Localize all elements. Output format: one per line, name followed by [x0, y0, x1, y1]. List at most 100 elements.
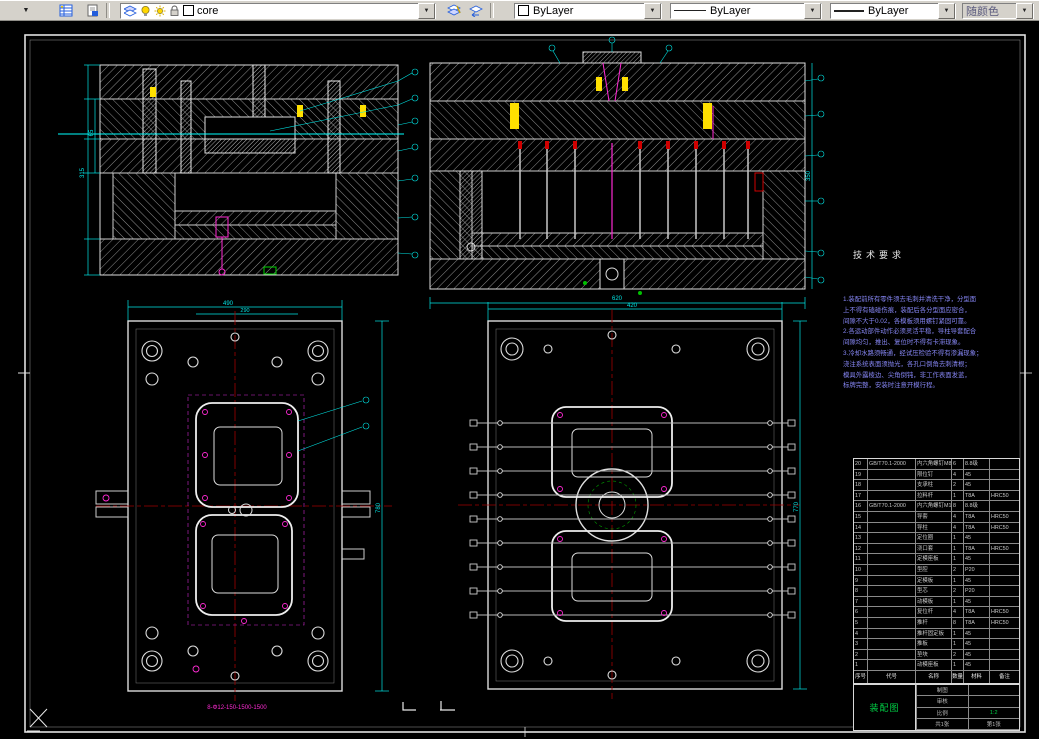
parts-table-row: 14 导柱 4 T8A HRC50 — [854, 522, 1019, 534]
part-qty: 4 — [952, 511, 964, 523]
part-qty: 1 — [952, 543, 964, 555]
linetype-dropdown-arrow-icon[interactable]: ▼ — [804, 2, 821, 19]
part-code — [868, 617, 916, 629]
part-code: GB/T70.1-2000 — [868, 501, 916, 512]
part-no: 3 — [854, 639, 868, 650]
part-no: 10 — [854, 564, 868, 576]
drawing-title: 装配图 — [869, 703, 900, 713]
layer-dropdown[interactable]: core ▼ — [120, 2, 436, 19]
view-a-front-section[interactable]: 315 65 — [58, 64, 419, 276]
layer-dropdown-arrow-icon[interactable]: ▼ — [418, 2, 435, 19]
check-label: 审核 — [916, 696, 968, 708]
tech-req-line: 3.冷却水路须畅通，经试压检验不得有渗漏现象； — [843, 349, 983, 357]
layer-previous-button[interactable] — [466, 3, 486, 19]
part-material: P20 — [964, 564, 990, 576]
part-material: T8A — [964, 490, 990, 502]
tech-req-line: 模具外露棱边、尖角倒钝，非工作表面发蓝， — [843, 371, 971, 379]
parts-table-row: 7 动模板 1 45 — [854, 596, 1019, 608]
part-no: 17 — [854, 490, 868, 502]
layer-properties-button[interactable] — [56, 3, 76, 19]
part-qty: 1 — [952, 575, 964, 587]
part-qty: 4 — [952, 469, 964, 481]
part-material: 45 — [964, 628, 990, 640]
color-dropdown[interactable]: ByLayer ▼ — [514, 2, 662, 19]
tech-req-line: 标牌完整，安装时注意开模行程。 — [843, 382, 939, 390]
view-c-moving-half-plan[interactable]: 490 290 780 8-Φ12-150-1500-1500 — [95, 300, 392, 711]
parts-table-row: 9 定模板 1 45 — [854, 575, 1019, 587]
lineweight-sample-icon — [834, 9, 864, 12]
parts-list-table[interactable]: 20 GB/T70.1-2000 内六角螺钉M8 6 8.8级 19 限位钉 4… — [853, 458, 1020, 684]
parts-table-row: 12 浇口套 1 T8A HRC50 — [854, 543, 1019, 555]
view-c-callouts — [297, 396, 370, 452]
view-c-centerlines — [96, 311, 392, 701]
scale-label: 比例 — [916, 707, 968, 719]
draw-value — [967, 685, 1019, 697]
part-qty: 1 — [952, 596, 964, 608]
part-no: 16 — [854, 501, 868, 512]
tech-req-line: 间隙均匀，推出、复位时不得有卡滞现象。 — [843, 339, 965, 347]
part-name: 推杆固定板 — [916, 628, 952, 640]
part-material: T8A — [964, 522, 990, 534]
parts-table-row: 13 定位圈 1 45 — [854, 533, 1019, 544]
part-note: HRC50 — [990, 618, 1019, 629]
parts-table-row: 5 推杆 8 T8A HRC50 — [854, 617, 1019, 629]
tech-req-line: 2.各运动部件动作必须灵活平稳，导柱导套配合 — [843, 328, 977, 336]
part-no: 18 — [854, 480, 868, 491]
part-note — [990, 586, 1019, 597]
layers-stack-icon — [124, 5, 137, 16]
layer-on-bulb-icon — [141, 5, 150, 16]
title-block-name-cell: 装配图 — [854, 685, 916, 730]
color-swatch-icon — [518, 5, 529, 16]
part-name: 导套 — [916, 511, 952, 523]
linetype-dropdown[interactable]: ByLayer ▼ — [670, 2, 822, 19]
model-space-canvas[interactable]: 315 65 350 620 490 290 780 8-Φ12-150-150… — [0, 21, 1039, 739]
parts-table-rows: 20 GB/T70.1-2000 内六角螺钉M8 6 8.8级 19 限位钉 4… — [854, 459, 1019, 671]
parts-table-row: 3 推板 1 45 — [854, 639, 1019, 650]
part-qty: 1 — [952, 628, 964, 640]
part-qty: 1 — [952, 660, 964, 671]
tech-req-title: 技术要求 — [853, 250, 906, 260]
part-no: 6 — [854, 607, 868, 618]
part-note — [990, 660, 1019, 671]
part-code — [868, 649, 916, 661]
part-name: 垫块 — [916, 649, 952, 661]
title-block-grid: 制图 审核 比例 1:2 共1张 第1张 — [916, 685, 1019, 730]
parts-table-row: 11 定模座板 1 45 — [854, 554, 1019, 565]
part-note: HRC50 — [990, 607, 1019, 618]
part-material: 45 — [964, 533, 990, 544]
sheet-count: 共1张 — [916, 718, 968, 730]
part-note — [990, 480, 1019, 491]
part-material: 45 — [964, 554, 990, 565]
parts-table-row: 6 复位杆 4 T8A HRC50 — [854, 607, 1019, 618]
part-material: P20 — [964, 586, 990, 597]
part-no: 5 — [854, 617, 868, 629]
part-material: 45 — [964, 480, 990, 491]
part-name: 动模座板 — [916, 660, 952, 671]
lineweight-dropdown[interactable]: ByLayer ▼ — [830, 2, 956, 19]
header-no: 序号 — [854, 670, 868, 683]
dim-label-a-height: 315 — [80, 167, 86, 178]
toolbar-dropdown-arrow-icon[interactable]: ▼ — [20, 7, 32, 14]
part-name: 浇口套 — [916, 543, 952, 555]
plot-style-dropdown-arrow-icon: ▼ — [1016, 2, 1033, 19]
layer-properties-icon — [59, 4, 73, 17]
view-d-fixed-half-plan[interactable]: 420 770 — [458, 302, 807, 699]
view-c-side-slides — [95, 490, 371, 560]
part-note: HRC50 — [990, 512, 1019, 523]
part-note: HRC50 — [990, 523, 1019, 534]
part-note — [990, 639, 1019, 650]
color-dropdown-arrow-icon[interactable]: ▼ — [644, 2, 661, 19]
part-name: 定模板 — [916, 575, 952, 587]
lineweight-dropdown-arrow-icon[interactable]: ▼ — [938, 2, 955, 19]
part-no: 2 — [854, 649, 868, 661]
part-material: T8A — [964, 617, 990, 629]
make-object-layer-current-button[interactable] — [444, 3, 464, 19]
view-b-side-section[interactable]: 350 620 — [429, 36, 825, 309]
part-note — [990, 565, 1019, 576]
part-qty: 2 — [952, 649, 964, 661]
part-material: 45 — [964, 469, 990, 481]
part-name: 导柱 — [916, 522, 952, 534]
part-qty: 8 — [952, 501, 964, 512]
part-material: 45 — [964, 596, 990, 608]
layer-states-button[interactable] — [82, 3, 102, 19]
